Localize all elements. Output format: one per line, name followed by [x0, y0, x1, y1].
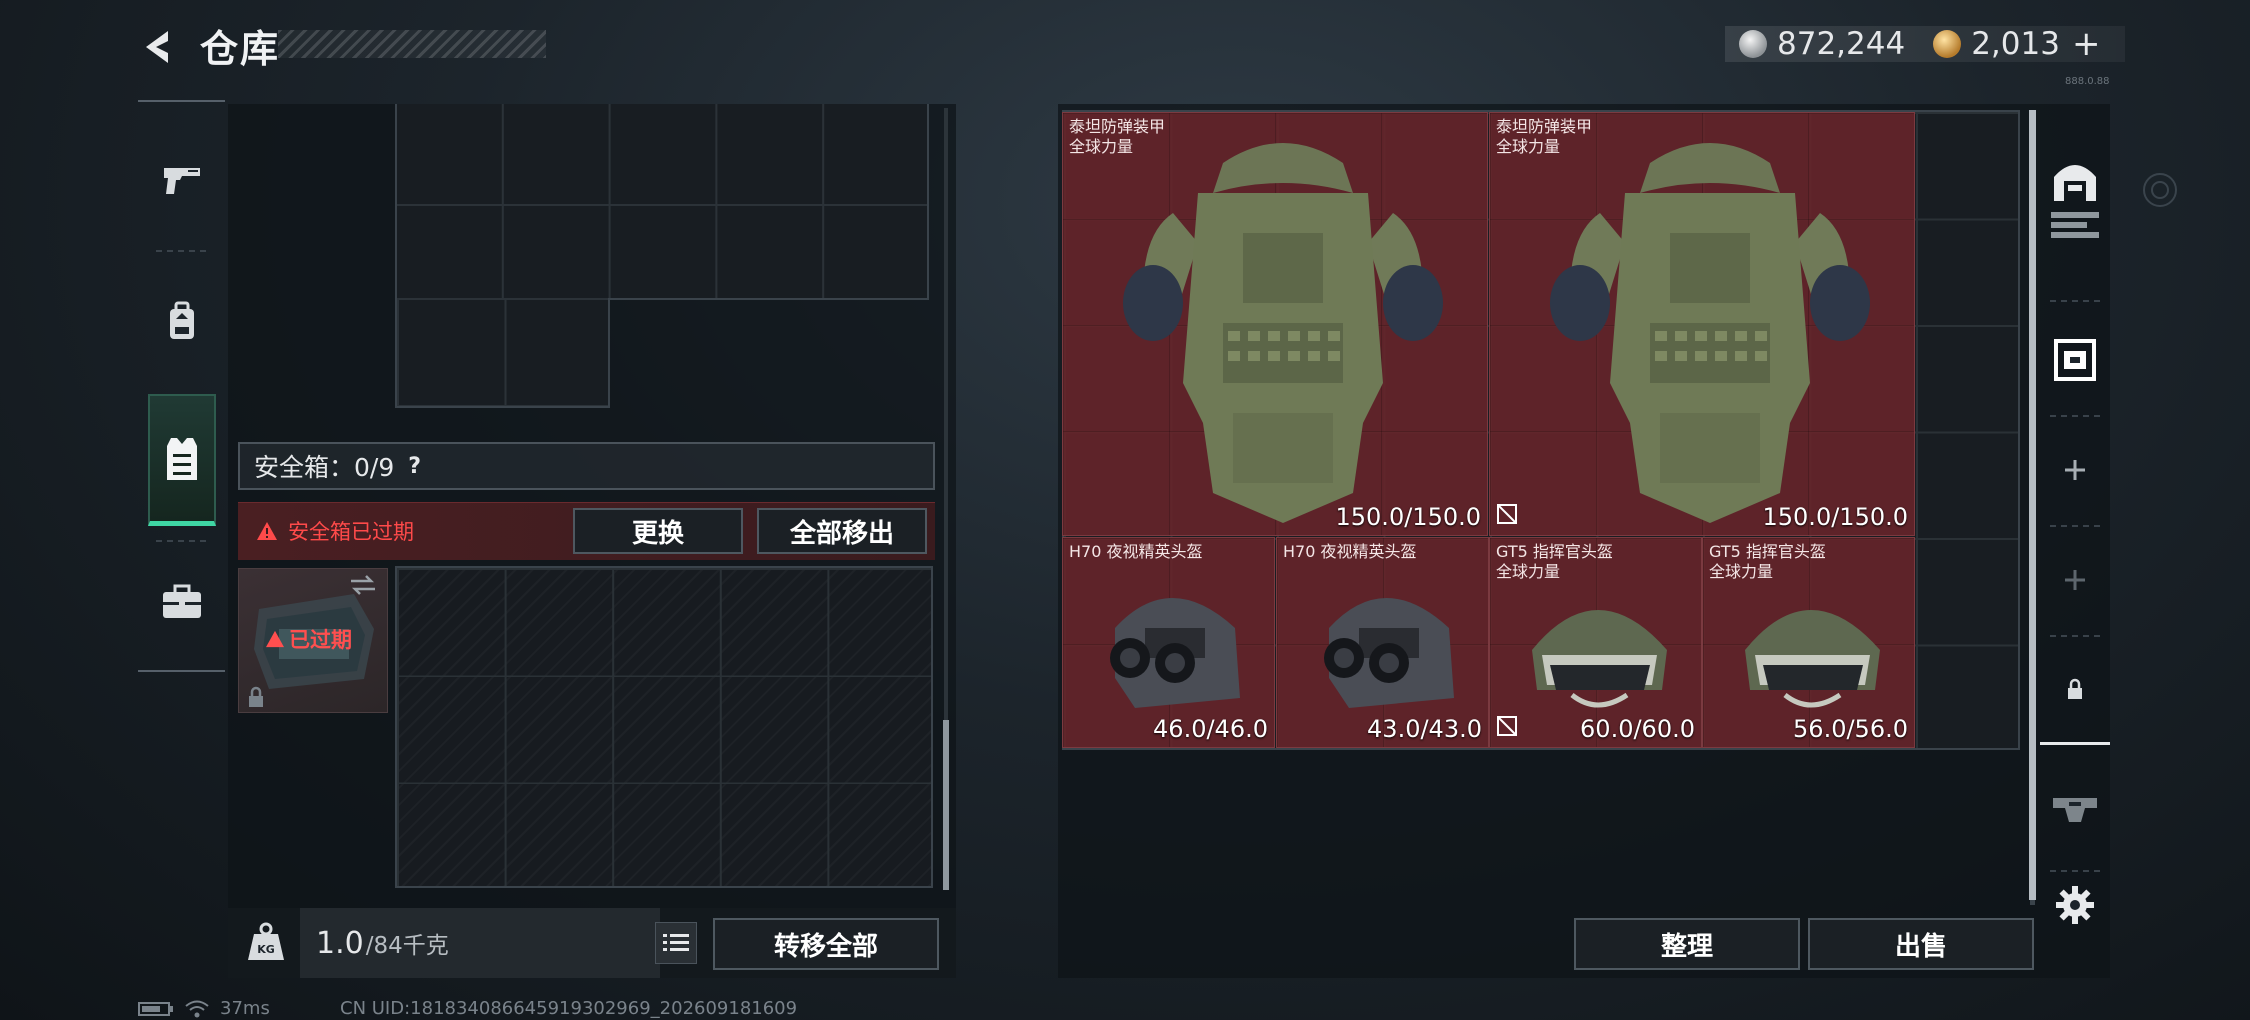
back-arrow-icon [146, 31, 168, 63]
commander-helmet-art [1532, 610, 1667, 708]
armor-vest-art [1550, 143, 1870, 523]
silver-coin-icon [1739, 30, 1767, 58]
backpack-icon [169, 301, 194, 339]
sell-button[interactable]: 出售 [1808, 918, 2034, 970]
item-durability: 150.0/150.0 [1335, 503, 1482, 531]
replace-button[interactable]: 更换 [573, 508, 743, 554]
left-category-tabs [138, 100, 225, 672]
move-all-out-button[interactable]: 全部移出 [757, 508, 927, 554]
container-grid[interactable] [395, 104, 929, 300]
transfer-all-button[interactable]: 转移全部 [713, 918, 939, 970]
left-scrollbar-thumb[interactable] [943, 720, 949, 890]
nvg-helmet-art [1110, 598, 1240, 708]
list-view-button[interactable] [655, 922, 697, 964]
version-tag: 888.0.88 [2065, 76, 2110, 87]
item-durability: 46.0/46.0 [1153, 715, 1268, 743]
tab-separator [2050, 300, 2100, 302]
container-grid-lower[interactable] [395, 298, 610, 408]
back-button[interactable] [135, 22, 185, 72]
item-durability: 150.0/150.0 [1762, 503, 1909, 531]
gold-amount: 2,013 [1971, 26, 2060, 62]
equipment-icon [2053, 798, 2097, 822]
item-name: GT5 指挥官头盔 全球力量 [1709, 542, 1826, 581]
locked-page-tab[interactable] [2040, 635, 2110, 745]
wifi-icon [185, 1000, 209, 1017]
user-uid: CN UID:18183408664591930296​9_2026091816… [340, 998, 798, 1019]
nvg-helmet-art [1324, 598, 1454, 708]
stash-item-armor[interactable]: 泰坦防弹装甲 全球力量 150.0/150.0 [1062, 112, 1488, 536]
item-name: 泰坦防弹装甲 全球力量 [1496, 117, 1593, 156]
settings-button[interactable] [2040, 870, 2110, 940]
stash-item-armor[interactable]: 泰坦防弹装甲 全球力量 150.0/150.0 [1489, 112, 1915, 536]
tab-weapons[interactable] [138, 120, 225, 240]
armor-vest-art [1123, 143, 1443, 523]
weight-value: 1.0 [316, 925, 364, 961]
pistol-icon [163, 168, 200, 194]
item-name: GT5 指挥官头盔 全球力量 [1496, 542, 1613, 581]
weight-icon: KG [244, 920, 288, 964]
tab-case[interactable] [138, 542, 225, 662]
add-page-button[interactable] [2040, 415, 2110, 525]
item-name: 泰坦防弹装甲 全球力量 [1069, 117, 1166, 156]
marked-icon [1496, 715, 1518, 741]
tab-separator [156, 250, 206, 252]
stash-scrollbar-thumb[interactable] [2029, 110, 2036, 900]
item-durability: 56.0/56.0 [1793, 715, 1908, 743]
list-icon [663, 934, 689, 951]
page-title: 仓库 [200, 27, 281, 71]
swap-icon[interactable] [349, 574, 377, 600]
gear-icon [2056, 886, 2094, 924]
stash-item-helmet[interactable]: GT5 指挥官头盔 全球力量 60.0/60.0 [1489, 537, 1702, 748]
warning-icon [257, 522, 277, 540]
plus-icon [2065, 570, 2085, 590]
safe-box-grid[interactable] [395, 566, 933, 888]
rifle-icon [2051, 212, 2099, 238]
tab-weapon-rack[interactable] [2040, 195, 2110, 255]
stash-item-helmet[interactable]: GT5 指挥官头盔 全球力量 56.0/56.0 [1702, 537, 1915, 748]
item-name: H70 夜视精英头盔 [1069, 542, 1203, 561]
add-currency-button[interactable]: + [2072, 24, 2101, 64]
currency-bar[interactable]: 872,244 2,013 + [1725, 24, 2125, 64]
stash-item-helmet[interactable]: H70 夜视精英头盔 43.0/43.0 [1276, 537, 1489, 748]
item-durability: 43.0/43.0 [1367, 715, 1482, 743]
reticle-icon [2130, 160, 2190, 224]
stash-page-tabs [2040, 125, 2110, 995]
add-page-button-disabled[interactable] [2040, 525, 2110, 635]
tab-armor[interactable] [148, 394, 216, 526]
warning-icon [266, 630, 284, 648]
lock-icon [2068, 678, 2082, 699]
item-durability: 60.0/60.0 [1580, 715, 1695, 743]
svg-text:KG: KG [257, 943, 275, 956]
title-decoration [278, 30, 546, 58]
item-name: H70 夜视精英头盔 [1283, 542, 1417, 561]
tab-armor-storage[interactable] [2040, 305, 2110, 415]
device-status: 37ms [138, 998, 270, 1019]
safe-box-header: 安全箱：0/9 ? [238, 442, 935, 490]
plus-icon [2065, 460, 2085, 480]
expired-notice: 安全箱已过期 [256, 516, 414, 546]
armor-storage-icon [2054, 339, 2096, 381]
item-expired-label: 已过期 [265, 624, 352, 654]
weight-display: 1.0 /84千克 [300, 908, 660, 978]
weight-capacity: /84千克 [365, 933, 449, 959]
sort-button[interactable]: 整理 [1574, 918, 1800, 970]
tab-backpack[interactable] [138, 262, 225, 382]
commander-helmet-art [1745, 610, 1880, 708]
help-button[interactable]: ? [408, 454, 421, 479]
briefcase-icon [162, 584, 201, 618]
lock-icon [246, 686, 266, 712]
vest-icon [167, 437, 197, 480]
battery-icon [138, 1001, 173, 1016]
ping-value: 37ms [220, 998, 270, 1019]
stash-item-helmet[interactable]: H70 夜视精英头盔 46.0/46.0 [1062, 537, 1275, 748]
tab-gear-set[interactable] [2040, 755, 2110, 865]
marked-icon [1496, 503, 1518, 529]
safe-box-label: 安全箱：0/9 [254, 453, 395, 482]
gold-coin-icon [1933, 30, 1962, 58]
silver-amount: 872,244 [1777, 26, 1906, 62]
